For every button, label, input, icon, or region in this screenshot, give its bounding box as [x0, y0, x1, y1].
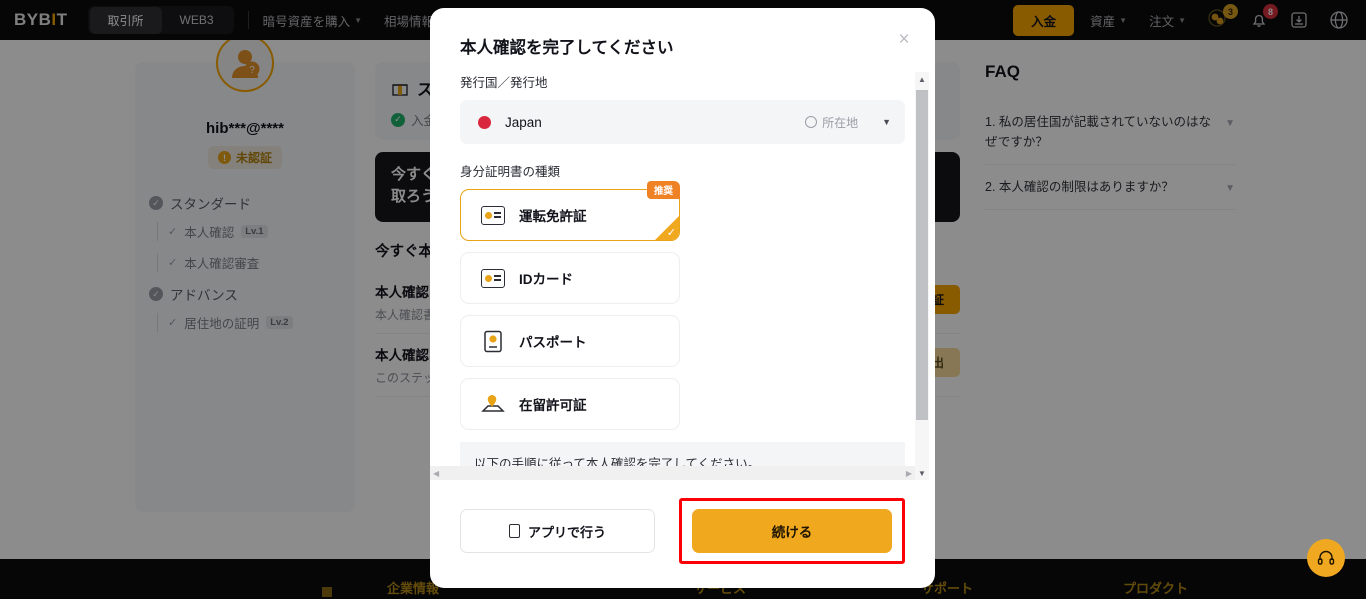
check-icon: ✓ [666, 227, 676, 239]
horizontal-scrollbar[interactable]: ◀ ▶ [430, 466, 915, 480]
vertical-scrollbar-track[interactable] [915, 86, 929, 466]
id-card-icon [481, 267, 505, 289]
passport-icon [481, 330, 505, 352]
vertical-scrollbar-thumb[interactable] [916, 90, 928, 420]
scroll-up-arrow-icon[interactable]: ▲ [915, 72, 929, 86]
use-app-button[interactable]: アプリで行う [460, 509, 655, 553]
passport-glyph [484, 330, 502, 352]
close-icon[interactable]: × [893, 28, 915, 50]
id-option-id-card[interactable]: IDカード [460, 252, 680, 304]
japan-flag-icon [478, 115, 491, 129]
id-option-label: 運転免許証 [519, 209, 587, 224]
modal-title: 本人確認を完了してください [460, 39, 674, 57]
id-option-label: 在留許可証 [519, 398, 587, 413]
app-root: BYBIT 取引所 WEB3 暗号資産を購入 ▼ 相場情報 ▼ 入金 資産 ▼ … [0, 0, 1366, 599]
headset-icon [1317, 550, 1335, 565]
scroll-right-arrow-icon[interactable]: ▶ [906, 469, 912, 478]
id-option-residence-permit[interactable]: 在留許可証 [460, 378, 680, 430]
continue-button[interactable]: 続ける [692, 509, 892, 553]
scroll-down-arrow-icon[interactable]: ▼ [915, 466, 929, 480]
country-select-hint-label: 所在地 [822, 115, 859, 130]
use-app-button-label: アプリで行う [527, 524, 606, 540]
id-option-drivers-license[interactable]: 運転免許証 推奨 ✓ [460, 181, 680, 241]
modal-header: 本人確認を完了してください × [430, 8, 935, 72]
recommended-badge: 推奨 [646, 181, 680, 199]
vertical-scrollbar[interactable]: ▲ ▼ [915, 72, 929, 480]
continue-button-highlight: 続ける [679, 498, 905, 564]
country-select-hint: 所在地 [805, 114, 858, 131]
location-pin-icon [805, 116, 818, 128]
chevron-down-icon: ▼ [882, 117, 891, 127]
id-option-label: IDカード [519, 272, 573, 287]
residence-permit-icon [481, 393, 505, 415]
kyc-modal: 本人確認を完了してください × 発行国／発行地 Japan 所在地 ▼ 身分証明… [430, 8, 935, 588]
residence-permit-glyph [481, 395, 505, 412]
modal-scroll-content: 発行国／発行地 Japan 所在地 ▼ 身分証明書の種類 運転免許証 推奨 ✓ … [430, 72, 935, 480]
scroll-left-arrow-icon[interactable]: ◀ [433, 469, 439, 478]
id-option-passport[interactable]: パスポート [460, 315, 680, 367]
modal-footer: アプリで行う 続ける [430, 480, 935, 588]
support-chat-button[interactable] [1307, 539, 1345, 577]
id-option-label: パスポート [519, 335, 587, 350]
country-select-value: Japan [505, 114, 542, 130]
id-type-label: 身分証明書の種類 [460, 165, 561, 179]
drivers-license-icon [481, 204, 505, 226]
country-select[interactable]: Japan 所在地 ▼ [460, 100, 905, 144]
modal-scroll-area: 発行国／発行地 Japan 所在地 ▼ 身分証明書の種類 運転免許証 推奨 ✓ … [430, 72, 935, 480]
phone-icon [508, 524, 520, 538]
country-field-label: 発行国／発行地 [460, 76, 548, 90]
